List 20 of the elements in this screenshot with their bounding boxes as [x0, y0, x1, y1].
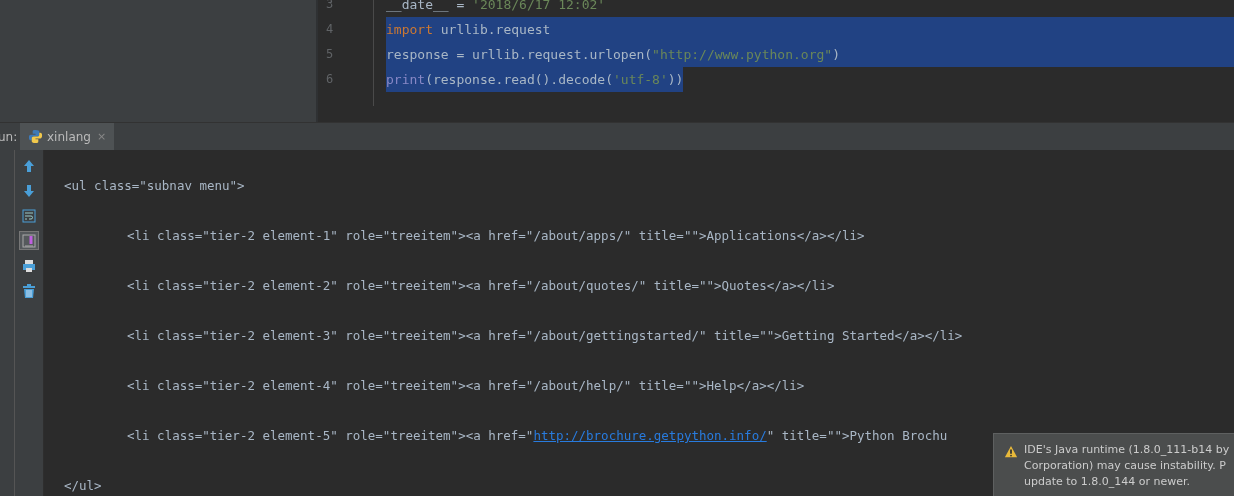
- close-button[interactable]: ×: [96, 130, 107, 143]
- line-number: 4: [326, 21, 335, 38]
- console-line: </ul>: [64, 478, 102, 494]
- console-line: <li class="tier-2 element-5" role="treeitem"><a href="http://brochure.getpython.info/" title="">Python Brochu: [127, 428, 948, 444]
- warning-icon: [1004, 445, 1018, 459]
- wrap-lines-icon[interactable]: [19, 206, 39, 225]
- python-icon: [28, 129, 43, 144]
- console-link[interactable]: http://brochure.getpython.info/: [533, 428, 767, 443]
- line-number: 6: [326, 71, 335, 88]
- scroll-to-end-icon[interactable]: [19, 231, 39, 250]
- console-line: <li class="tier-2 element-3" role="treeitem"><a href="/about/gettingstarted/" title="">Getting Started</a></li>: [127, 328, 963, 344]
- line-number: 5: [326, 46, 335, 63]
- run-tab[interactable]: xinlang ×: [20, 123, 115, 150]
- console-line: <li class="tier-2 element-2" role="treeitem"><a href="/about/quotes/" title="">Quotes</a></li>: [127, 278, 835, 294]
- console-line: <ul class="subnav menu">: [64, 178, 245, 194]
- tab-title: xinlang: [47, 129, 91, 144]
- console-line: <li class="tier-2 element-4" role="treeitem"><a href="/about/help/" title="">Help</a></li>: [127, 378, 805, 394]
- console-line: <li class="tier-2 element-1" role="treeitem"><a href="/about/apps/" title="">Applications</a></li>: [127, 228, 865, 244]
- notification-text: IDE's Java runtime (1.8.0_111-b14 by Corporation) may cause instability. P update to 1.8.0_144 or newer.: [1024, 442, 1230, 490]
- code-line: __date__ = '2018/6/17 12:02': [386, 0, 607, 14]
